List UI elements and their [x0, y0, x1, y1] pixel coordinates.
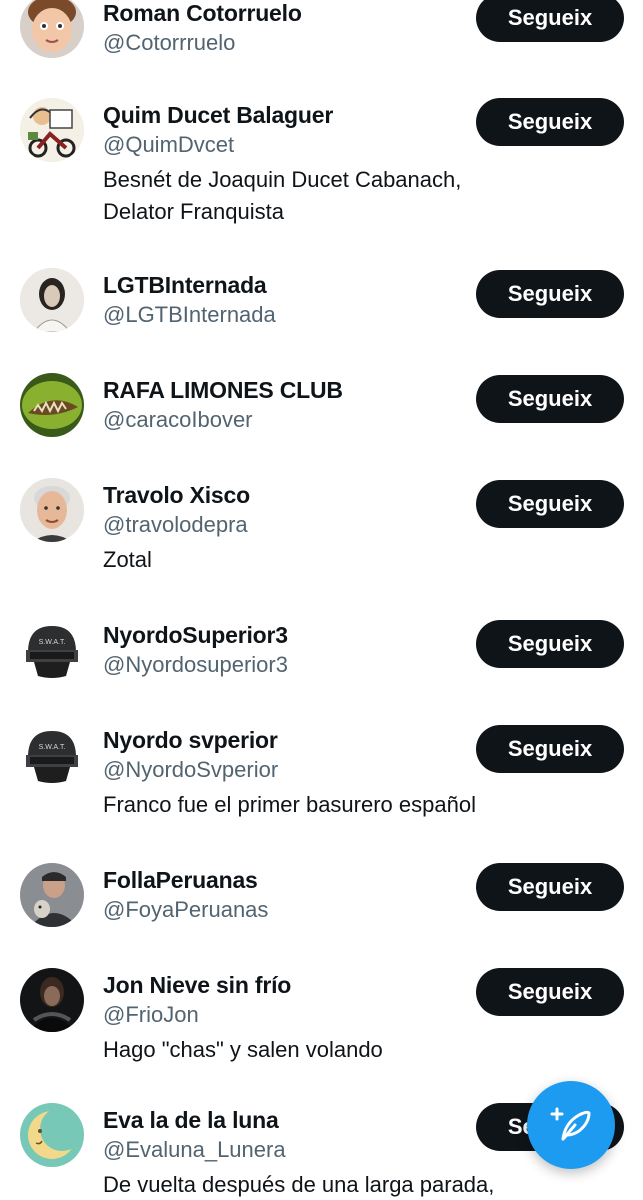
user-name[interactable]: Roman Cotorruelo — [103, 0, 463, 28]
user-name[interactable]: RAFA LIMONES CLUB — [103, 375, 463, 405]
user-handle: @QuimDvcet — [103, 132, 235, 157]
follow-button[interactable]: Segueix — [476, 270, 624, 318]
user-bio: Zotal — [103, 547, 152, 572]
who-to-follow-list: Roman Cotorruelo @Cotorrruelo Segueix Qu… — [0, 0, 643, 1200]
svg-text:S.W.A.T.: S.W.A.T. — [39, 744, 66, 751]
user-handle: @LGTBInternada — [103, 302, 276, 327]
user-handle: @travolodepra — [103, 512, 248, 537]
follow-button[interactable]: Segueix — [476, 98, 624, 146]
avatar[interactable] — [20, 268, 84, 332]
user-name[interactable]: Jon Nieve sin frío — [103, 970, 463, 1000]
avatar[interactable] — [20, 0, 84, 58]
avatar[interactable] — [20, 863, 84, 927]
user-handle: @caracoIbover — [103, 407, 253, 432]
user-name[interactable]: NyordoSuperior3 — [103, 620, 463, 650]
avatar[interactable] — [20, 98, 84, 162]
user-bio: Franco fue el primer basurero español — [103, 792, 476, 817]
follow-button[interactable]: Segueix — [476, 968, 624, 1016]
avatar[interactable] — [20, 1103, 84, 1167]
avatar[interactable]: S.W.A.T. — [20, 723, 84, 787]
follow-button[interactable]: Segueix — [476, 863, 624, 911]
user-handle: @FrioJon — [103, 1002, 199, 1027]
avatar[interactable]: S.W.A.T. — [20, 618, 84, 682]
user-name[interactable]: Nyordo svperior — [103, 725, 463, 755]
avatar[interactable] — [20, 968, 84, 1032]
user-bio: De vuelta después de una larga parada, — [103, 1172, 495, 1197]
user-handle: @FoyaPeruanas — [103, 897, 269, 922]
avatar[interactable] — [20, 478, 84, 542]
user-handle: @Evaluna_Lunera — [103, 1137, 286, 1162]
user-bio-line: Delator Franquista — [103, 199, 284, 224]
user-name[interactable]: LGTBInternada — [103, 270, 463, 300]
user-name[interactable]: Eva la de la luna — [103, 1105, 463, 1135]
avatar[interactable] — [20, 373, 84, 437]
follow-button[interactable]: Segueix — [476, 0, 624, 42]
user-handle: @Nyordosuperior3 — [103, 652, 288, 677]
user-handle: @NyordoSvperior — [103, 757, 279, 782]
user-bio: Besnét de Joaquin Ducet Cabanach, Delato… — [103, 164, 463, 228]
user-bio-line: Besnét de Joaquin Ducet Cabanach, — [103, 167, 462, 192]
user-name[interactable]: FollaPeruanas — [103, 865, 463, 895]
follow-button[interactable]: Segueix — [476, 375, 624, 423]
follow-button[interactable]: Segueix — [476, 480, 624, 528]
user-name[interactable]: Quim Ducet Balaguer — [103, 100, 463, 130]
user-bio: Hago "chas" y salen volando — [103, 1037, 383, 1062]
follow-button[interactable]: Segueix — [476, 725, 624, 773]
feather-plus-icon — [550, 1107, 591, 1141]
user-handle: @Cotorrruelo — [103, 30, 236, 55]
compose-button[interactable] — [527, 1081, 615, 1169]
follow-button[interactable]: Segueix — [476, 620, 624, 668]
user-name[interactable]: Travolo Xisco — [103, 480, 463, 510]
svg-text:S.W.A.T.: S.W.A.T. — [39, 639, 66, 646]
